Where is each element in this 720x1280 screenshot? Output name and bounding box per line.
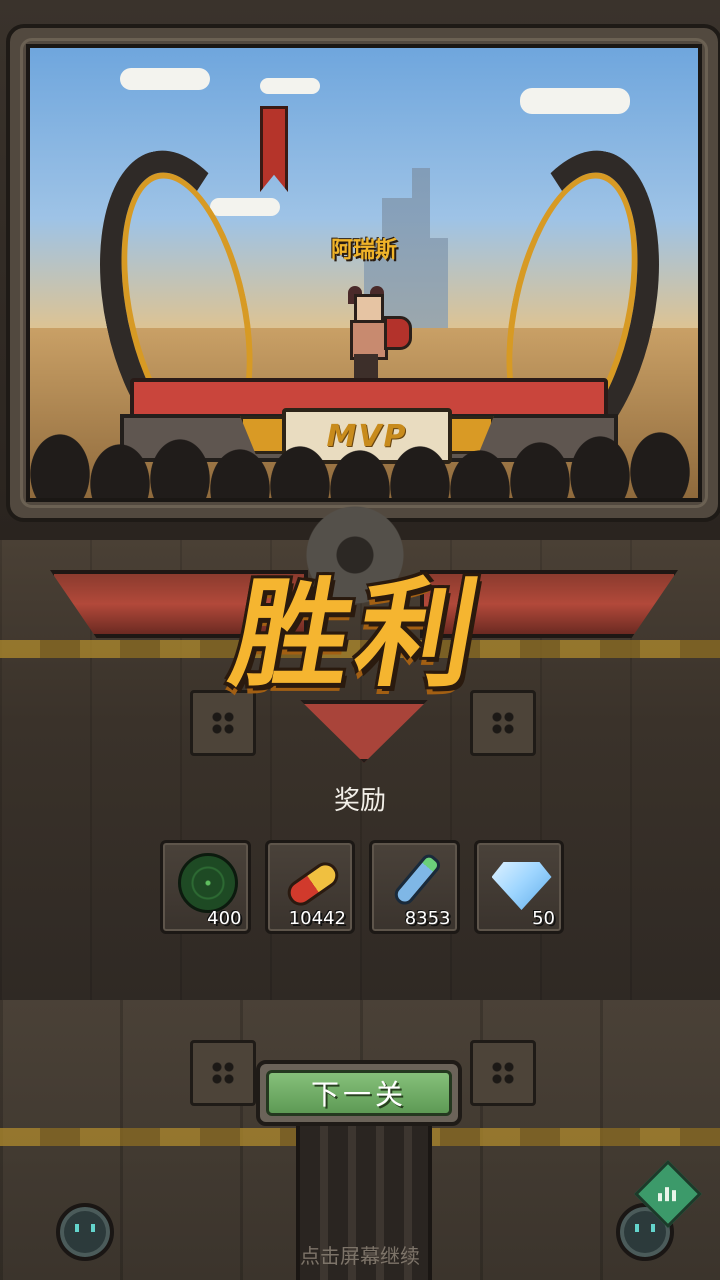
pill-capsule-icon (282, 857, 343, 911)
cloud (120, 68, 210, 90)
radar-icon (178, 853, 238, 913)
next-level-label: 下一关 (266, 1070, 452, 1116)
mvp-hero-name: 阿瑞斯 (330, 238, 397, 263)
reward-count: 400 (207, 908, 242, 929)
reward-slot[interactable]: 10442 (264, 840, 355, 934)
cloud (520, 88, 630, 114)
decor-panel (190, 1040, 256, 1106)
diamond-icon (491, 862, 552, 910)
tap-to-continue-hint[interactable]: 点击屏幕继续 (0, 1240, 720, 1269)
rewards-list: 400 10442 8353 50 (160, 840, 564, 934)
mvp-scene: 阿瑞斯 MVP (26, 44, 702, 502)
reward-slot[interactable]: 400 (160, 840, 251, 934)
bar-chart-icon (658, 1181, 678, 1202)
reward-count: 50 (532, 908, 555, 929)
rewards-heading: 奖励 (333, 786, 386, 816)
reward-count: 8353 (404, 908, 451, 929)
next-level-button[interactable]: 下一关 (256, 1060, 462, 1126)
red-banner (260, 106, 288, 192)
cloud (260, 78, 320, 94)
reward-slot[interactable]: 8353 (369, 840, 460, 934)
victory-title: 胜利 (221, 565, 495, 703)
reward-count: 10442 (288, 908, 346, 929)
decor-panel (470, 1040, 536, 1106)
bottle-icon (390, 851, 444, 909)
hero-sprite (342, 286, 412, 378)
reward-slot[interactable]: 50 (473, 840, 564, 934)
crowd-silhouettes (30, 424, 698, 498)
